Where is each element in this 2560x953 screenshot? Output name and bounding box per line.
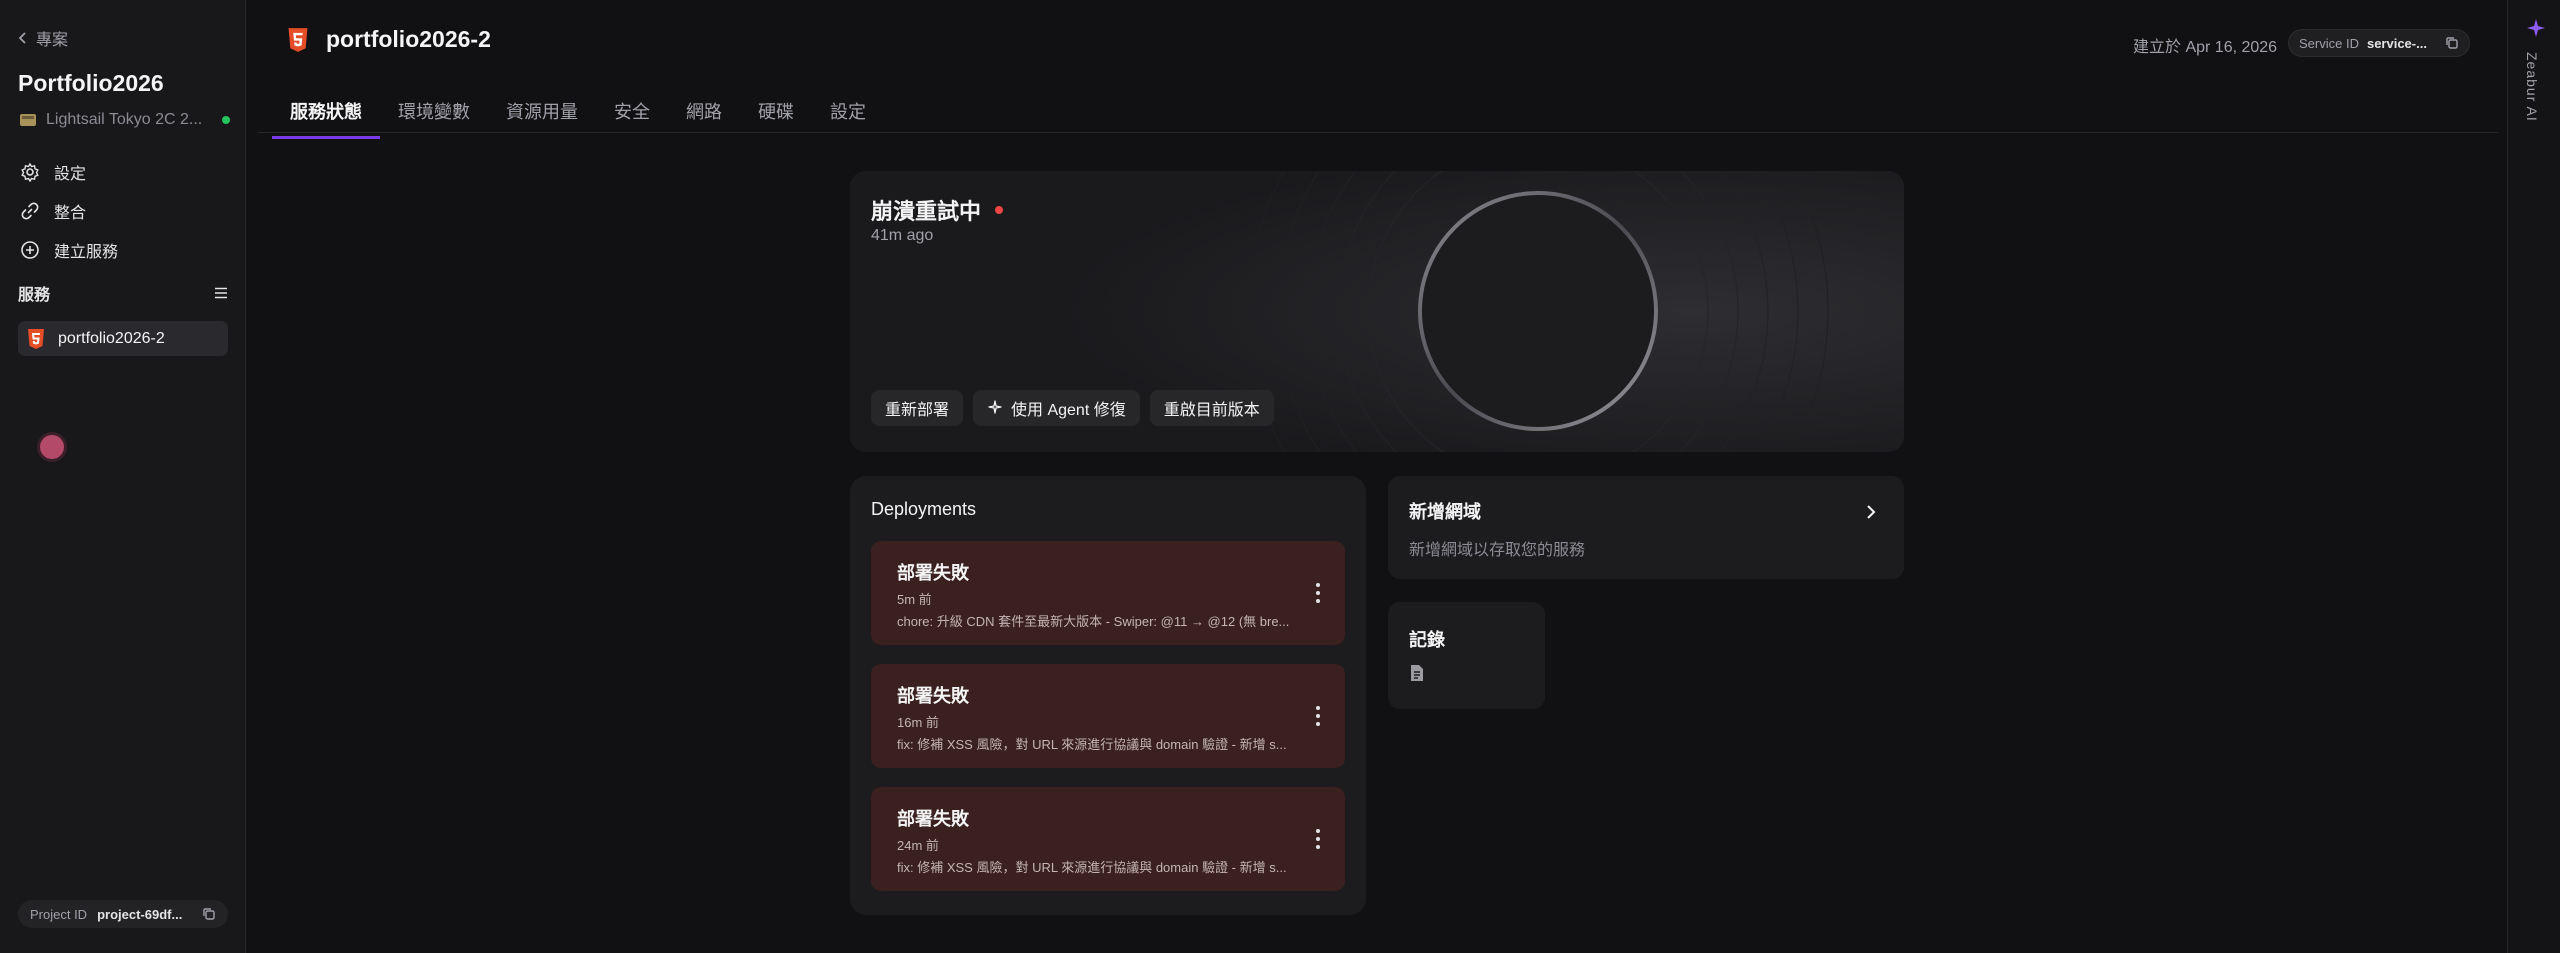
sidebar-item-label: 整合 — [54, 204, 87, 222]
service-name: portfolio2026-2 — [58, 329, 165, 347]
add-domain-title: 新增網域 — [1409, 502, 1481, 522]
chat-bubble-icon[interactable] — [37, 432, 67, 462]
more-options-icon[interactable] — [1313, 706, 1323, 726]
service-id-label: Service ID — [2299, 35, 2359, 51]
copy-icon[interactable] — [202, 907, 216, 921]
back-label: 專案 — [36, 32, 69, 49]
deployment-commit-message: fix: 修補 XSS 風險，對 URL 來源進行協議與 domain 驗證 -… — [897, 860, 1287, 875]
deployments-card: Deployments 部署失敗 5m 前 chore: 升級 CDN 套件至最… — [850, 476, 1366, 915]
sidebar-item-settings[interactable]: 設定 — [20, 152, 230, 191]
online-status-dot — [222, 116, 230, 124]
deployment-commit-message: chore: 升級 CDN 套件至最新大版本 - Swiper: @11 → @… — [897, 614, 1290, 629]
created-date: 建立於 Apr 16, 2026 — [2133, 39, 2278, 56]
add-domain-subtitle: 新增網域以存取您的服務 — [1409, 542, 1586, 559]
deployment-commit-message: fix: 修補 XSS 風險，對 URL 來源進行協議與 domain 驗證 -… — [897, 737, 1287, 752]
restart-current-version-button[interactable]: 重啟目前版本 — [1149, 390, 1274, 426]
deployment-item[interactable]: 部署失敗 16m 前 fix: 修補 XSS 風險，對 URL 來源進行協議與 … — [871, 664, 1345, 768]
sidebar-item-label: 設定 — [54, 165, 87, 183]
service-status-card: 崩潰重試中 41m ago 重新部署 使用 Agent 修復 重啟目前版本 — [850, 171, 1904, 452]
ai-assistant-rail: Zeabur AI — [2507, 0, 2560, 953]
sidebar-item-create-service[interactable]: 建立服務 — [20, 230, 230, 269]
more-options-icon[interactable] — [1313, 583, 1323, 603]
project-id-label: Project ID — [30, 906, 88, 922]
sidebar-nav: 設定 整合 建立服務 — [20, 152, 230, 269]
deployments-title: Deployments — [871, 499, 977, 519]
back-to-projects-link[interactable]: 專案 — [18, 26, 68, 50]
region-label: Lightsail Tokyo 2C 2... — [46, 111, 203, 128]
sidebar-item-label: 建立服務 — [54, 243, 119, 261]
chevron-left-icon — [18, 32, 26, 44]
server-icon — [20, 114, 36, 126]
sparkle-icon[interactable] — [2526, 18, 2546, 38]
sidebar-item-integrations[interactable]: 整合 — [20, 191, 230, 230]
deployment-status: 部署失敗 — [897, 809, 969, 829]
page-header: portfolio2026-2 — [286, 26, 491, 53]
status-time: 41m ago — [871, 227, 934, 244]
more-options-icon[interactable] — [1313, 829, 1323, 849]
logs-card[interactable]: 記錄 — [1388, 602, 1545, 709]
zeabur-ai-label[interactable]: Zeabur AI — [2524, 52, 2540, 122]
html5-icon — [288, 27, 308, 52]
page-title: portfolio2026-2 — [326, 26, 491, 52]
status-label: 崩潰重試中 — [871, 199, 982, 224]
service-id-pill: Service ID service-... — [2288, 29, 2470, 57]
plus-circle-icon — [21, 240, 39, 259]
error-status-dot — [995, 206, 1004, 214]
status-actions: 重新部署 使用 Agent 修復 重啟目前版本 — [871, 390, 1274, 426]
restart-label: 重啟目前版本 — [1163, 402, 1260, 419]
status-heading: 崩潰重試中 — [871, 194, 1004, 226]
copy-icon[interactable] — [2445, 36, 2459, 50]
project-id-value: project-69df... — [97, 906, 183, 922]
sidebar-service-item[interactable]: portfolio2026-2 — [18, 321, 228, 356]
agent-fix-button[interactable]: 使用 Agent 修復 — [973, 390, 1140, 426]
html5-icon — [28, 328, 44, 349]
gear-icon — [21, 162, 39, 182]
redeploy-button[interactable]: 重新部署 — [871, 390, 964, 426]
deployment-item[interactable]: 部署失敗 24m 前 fix: 修補 XSS 風險，對 URL 來源進行協議與 … — [871, 787, 1345, 891]
project-id-pill: Project ID project-69df... — [18, 900, 228, 928]
redeploy-label: 重新部署 — [885, 402, 950, 419]
tab-divider — [258, 132, 2498, 133]
service-id-value: service-... — [2366, 35, 2427, 51]
link-icon — [21, 202, 39, 219]
logs-title: 記錄 — [1409, 630, 1445, 650]
chevron-right-icon — [1867, 505, 1876, 519]
deployment-time: 16m 前 — [897, 715, 939, 730]
deployment-item[interactable]: 部署失敗 5m 前 chore: 升級 CDN 套件至最新大版本 - Swipe… — [871, 541, 1345, 645]
project-title: Portfolio2026 — [18, 70, 164, 96]
deployment-time: 24m 前 — [897, 838, 939, 853]
list-menu-icon[interactable] — [214, 287, 228, 299]
deployment-status: 部署失敗 — [897, 563, 969, 583]
services-header-label: 服務 — [18, 287, 51, 304]
services-section-header: 服務 — [18, 281, 228, 305]
deployment-status: 部署失敗 — [897, 686, 969, 706]
region-selector[interactable]: Lightsail Tokyo 2C 2... — [20, 111, 230, 129]
deployment-time: 5m 前 — [897, 592, 932, 607]
sidebar: 專案 Portfolio2026 Lightsail Tokyo 2C 2...… — [0, 0, 246, 953]
document-icon — [1411, 665, 1423, 681]
add-domain-card[interactable]: 新增網域 新增網域以存取您的服務 — [1388, 476, 1904, 579]
agent-fix-label: 使用 Agent 修復 — [1011, 402, 1126, 419]
sparkle-icon — [988, 400, 1002, 414]
